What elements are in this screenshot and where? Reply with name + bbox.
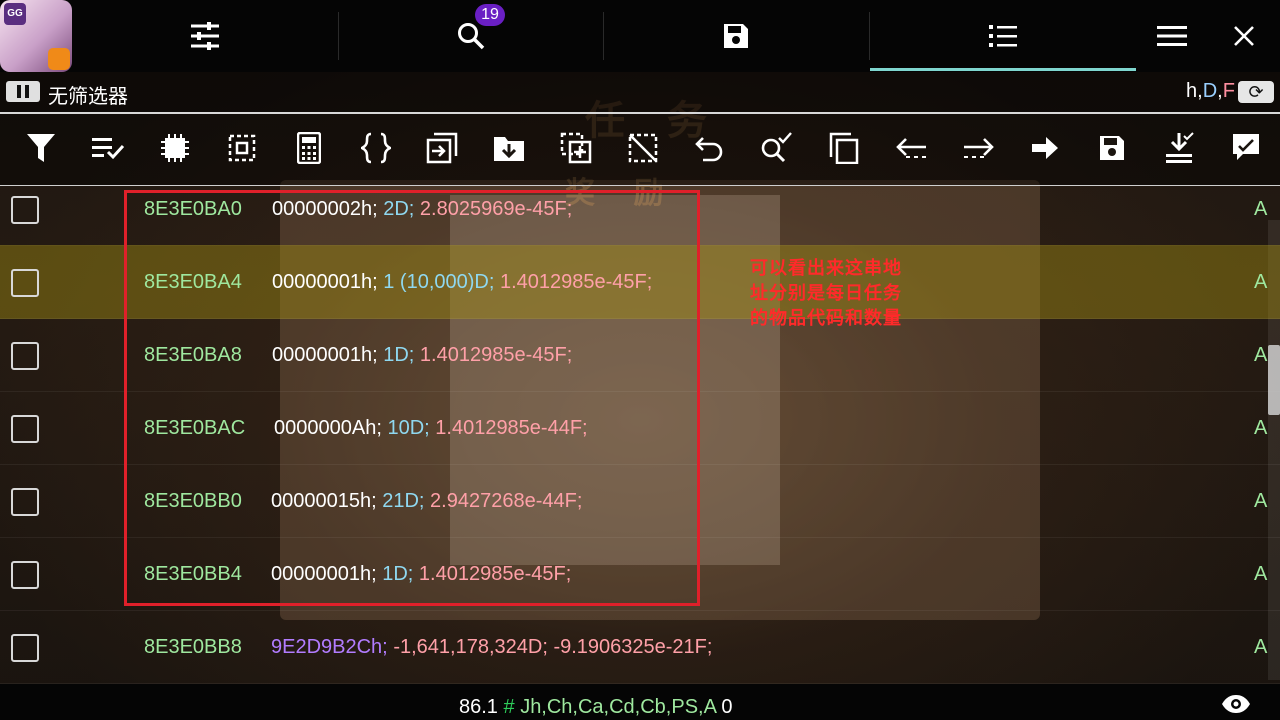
row-values: 9E2D9B2Ch; -1,641,178,324D; -9.1906325e-… bbox=[271, 636, 712, 659]
select-region-button[interactable] bbox=[218, 124, 266, 172]
row-dword: -1,641,178,324D; bbox=[393, 636, 548, 658]
search-icon bbox=[457, 23, 484, 50]
close-icon bbox=[1234, 26, 1254, 46]
row-address: 8E3E0BB8 bbox=[144, 636, 242, 658]
filter-status-label[interactable]: 无筛选器 bbox=[48, 80, 128, 109]
braces-icon bbox=[361, 132, 391, 164]
row-region-flag: A bbox=[1254, 490, 1268, 512]
calculator-icon bbox=[297, 132, 321, 164]
search-count-badge: 19 bbox=[475, 4, 505, 26]
undo-button[interactable] bbox=[686, 124, 734, 172]
goto-button[interactable] bbox=[1021, 124, 1069, 172]
annotation-text: 可以看出来这串地 址分别是每日任务 的物品代码和数量 bbox=[750, 256, 902, 331]
select-checklist-icon bbox=[92, 138, 125, 160]
go-back-button[interactable] bbox=[888, 124, 936, 172]
select-checklist-button[interactable] bbox=[84, 124, 132, 172]
arrow-right-wrap-icon bbox=[964, 138, 994, 158]
active-tab-indicator bbox=[870, 68, 1136, 71]
edit-note-button[interactable] bbox=[1222, 124, 1270, 172]
hamburger-menu-icon bbox=[1157, 26, 1187, 46]
menu-button[interactable] bbox=[1142, 0, 1202, 72]
row-hex: 9E2D9B2Ch; bbox=[271, 636, 388, 658]
eye-icon bbox=[1222, 695, 1250, 713]
type-hex: h bbox=[1186, 80, 1198, 102]
arrow-right-solid-icon bbox=[1032, 137, 1058, 159]
gg-logo-icon: GG bbox=[4, 3, 26, 25]
annotation-line: 可以看出来这串地 bbox=[750, 258, 902, 279]
undo-icon bbox=[695, 137, 723, 162]
row-checkbox[interactable] bbox=[11, 269, 39, 297]
go-forward-button[interactable] bbox=[954, 124, 1002, 172]
duplicate-icon bbox=[829, 132, 859, 164]
filter-button[interactable] bbox=[17, 124, 65, 172]
edit-chat-icon bbox=[1233, 134, 1259, 160]
type-dword: D bbox=[1202, 80, 1218, 102]
tab-settings[interactable] bbox=[72, 0, 338, 72]
memory-range-status[interactable]: 86.1 # Jh,Ch,Ca,Cd,Cb,PS,A 0 bbox=[459, 696, 733, 719]
visibility-toggle[interactable] bbox=[1221, 694, 1251, 719]
tab-saved[interactable] bbox=[603, 0, 869, 72]
row-region-flag: A bbox=[1254, 417, 1268, 439]
app-badge-icon bbox=[48, 48, 70, 70]
row-region-flag: A bbox=[1254, 636, 1268, 658]
deselect-icon bbox=[628, 133, 658, 163]
list-icon bbox=[988, 25, 1017, 47]
filter-icon bbox=[27, 134, 55, 162]
refresh-icon: ⟳ bbox=[1248, 82, 1264, 102]
search-check-icon bbox=[761, 132, 792, 163]
select-region-icon bbox=[228, 134, 256, 162]
row-region-flag: A bbox=[1254, 344, 1268, 366]
save-icon bbox=[1100, 136, 1124, 160]
folder-download-icon bbox=[494, 137, 524, 161]
row-checkbox[interactable] bbox=[11, 415, 39, 443]
chip-icon bbox=[161, 134, 189, 162]
row-checkbox[interactable] bbox=[11, 634, 39, 662]
floppy-save-icon bbox=[724, 24, 748, 48]
region-count: 0 bbox=[721, 696, 733, 718]
script-button[interactable] bbox=[352, 124, 400, 172]
tab-search[interactable] bbox=[338, 0, 603, 72]
download-check-icon bbox=[1166, 132, 1194, 163]
annotation-line: 址分别是每日任务 bbox=[750, 283, 902, 304]
memory-regions: Jh,Ch,Ca,Cd,Cb,PS,A bbox=[520, 696, 716, 718]
row-checkbox[interactable] bbox=[11, 196, 39, 224]
scrollbar-thumb[interactable] bbox=[1268, 345, 1280, 415]
copy-out-icon bbox=[426, 132, 458, 164]
annotation-line: 的物品代码和数量 bbox=[750, 308, 902, 329]
table-row[interactable]: 8E3E0BB8 9E2D9B2Ch; -1,641,178,324D; -9.… bbox=[0, 610, 1280, 684]
row-checkbox[interactable] bbox=[11, 342, 39, 370]
memory-chip-button[interactable] bbox=[151, 124, 199, 172]
pause-icon[interactable] bbox=[6, 81, 40, 102]
deselect-button[interactable] bbox=[619, 124, 667, 172]
select-copy-icon bbox=[560, 132, 592, 164]
value-types-selector[interactable]: h,D,F bbox=[1186, 80, 1235, 103]
app-icon[interactable]: GG bbox=[0, 0, 72, 72]
tab-list[interactable] bbox=[869, 0, 1136, 72]
highlight-annotation-box bbox=[124, 190, 700, 606]
search-nearby-button[interactable] bbox=[752, 124, 800, 172]
type-float: F bbox=[1222, 80, 1235, 102]
close-button[interactable] bbox=[1214, 0, 1274, 72]
filter-status-bar bbox=[0, 72, 1280, 112]
row-region-flag: A bbox=[1254, 271, 1268, 293]
row-region-flag: A bbox=[1254, 563, 1268, 585]
arrow-left-icon bbox=[896, 138, 926, 158]
save-list-button[interactable] bbox=[1088, 124, 1136, 172]
refresh-button[interactable]: ⟳ bbox=[1238, 81, 1274, 103]
version-value: 86.1 bbox=[459, 696, 498, 718]
row-float: -9.1906325e-21F; bbox=[553, 636, 713, 658]
hash-symbol: # bbox=[503, 696, 515, 718]
sliders-icon bbox=[191, 22, 219, 50]
select-copy-button[interactable] bbox=[552, 124, 600, 172]
row-checkbox[interactable] bbox=[11, 561, 39, 589]
duplicate-button[interactable] bbox=[820, 124, 868, 172]
copy-out-button[interactable] bbox=[418, 124, 466, 172]
calculator-button[interactable] bbox=[285, 124, 333, 172]
folder-download-button[interactable] bbox=[485, 124, 533, 172]
load-button[interactable] bbox=[1155, 124, 1203, 172]
row-region-flag: A bbox=[1254, 198, 1268, 220]
row-checkbox[interactable] bbox=[11, 488, 39, 516]
